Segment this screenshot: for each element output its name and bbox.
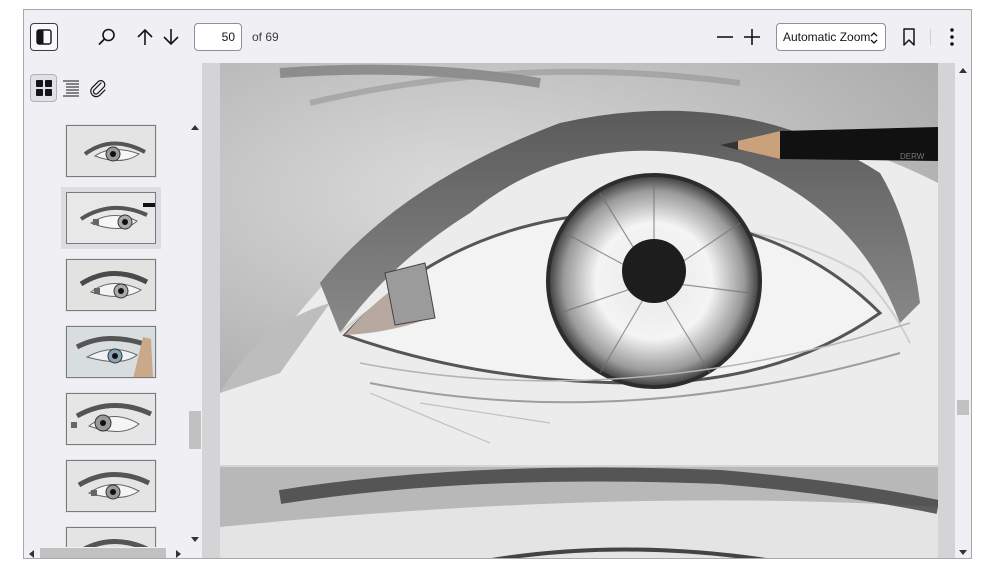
thumbnail-image [67,394,155,444]
sidebar-horizontal-scrollbar[interactable] [24,547,188,558]
sidebar-toggle-button[interactable] [30,23,58,51]
thumbnail-view-button[interactable] [30,74,57,102]
bookmark-icon [903,28,915,46]
page-count-label: of 69 [252,30,279,44]
document-viewer[interactable]: DERW [203,63,971,558]
document-vertical-scrollbar[interactable] [955,63,971,558]
toolbar-divider [930,29,931,45]
minus-icon [717,36,733,38]
thumbnail-page[interactable] [66,460,156,512]
sidebar-horizontal-scrollbar-thumb[interactable] [40,548,166,558]
thumbnail-image [67,193,155,243]
document-scrollbar-thumb[interactable] [957,400,969,415]
thumbnail-page[interactable] [66,393,156,445]
bookmark-button[interactable] [896,24,922,50]
paperclip-icon [89,80,106,98]
sidebar-toggle-icon [36,29,52,45]
toolbar: of 69 Automatic Zoom [24,10,971,64]
thumbnail-page[interactable] [66,125,156,177]
previous-page-button[interactable] [132,24,158,50]
document-page-51 [220,467,938,558]
scroll-down-arrow-icon[interactable] [959,550,967,556]
thumbnail-page[interactable] [66,527,156,547]
scroll-up-arrow-icon[interactable] [959,67,967,73]
thumbnail-page[interactable] [66,259,156,311]
thumbnail-page[interactable] [66,326,156,378]
plus-icon [744,29,760,45]
search-icon [98,28,115,45]
thumbnail-image [67,461,155,511]
eye-drawing-image-next [220,467,938,558]
arrow-up-icon [137,28,153,45]
more-tools-button[interactable] [940,24,964,50]
sidebar-view-buttons [30,74,111,102]
scroll-right-arrow-icon[interactable] [176,550,182,558]
chevron-up-down-icon [870,32,878,44]
scroll-up-arrow-icon[interactable] [191,124,199,130]
thumbnail-page-selected[interactable] [61,187,161,249]
sidebar-vertical-scrollbar[interactable] [188,119,202,547]
pdf-viewer-window: of 69 Automatic Zoom [23,9,972,559]
thumbnail-image [67,126,155,176]
list-icon [62,80,79,97]
zoom-select-value: Automatic Zoom [783,30,871,44]
kebab-menu-icon [950,28,954,46]
thumbnail-image [67,260,155,310]
eye-drawing-image: DERW [220,63,938,465]
pencil-brand-text: DERW [900,152,925,161]
thumbnail-list [24,119,188,547]
zoom-in-button[interactable] [739,24,765,50]
outline-view-button[interactable] [57,74,84,102]
zoom-select[interactable]: Automatic Zoom [776,23,886,51]
thumbnail-image [67,528,155,547]
arrow-down-icon [163,29,179,46]
grid-icon [35,80,52,96]
sidebar [24,63,203,558]
document-page-50: DERW [220,63,938,465]
next-page-button[interactable] [158,24,184,50]
scroll-down-arrow-icon[interactable] [191,537,199,543]
page-number-input[interactable] [194,23,242,51]
find-button[interactable] [94,24,120,50]
scroll-left-arrow-icon[interactable] [28,550,34,558]
attachments-view-button[interactable] [84,74,111,102]
thumbnail-image [67,327,155,377]
zoom-out-button[interactable] [712,24,738,50]
sidebar-scrollbar-thumb[interactable] [189,411,201,449]
